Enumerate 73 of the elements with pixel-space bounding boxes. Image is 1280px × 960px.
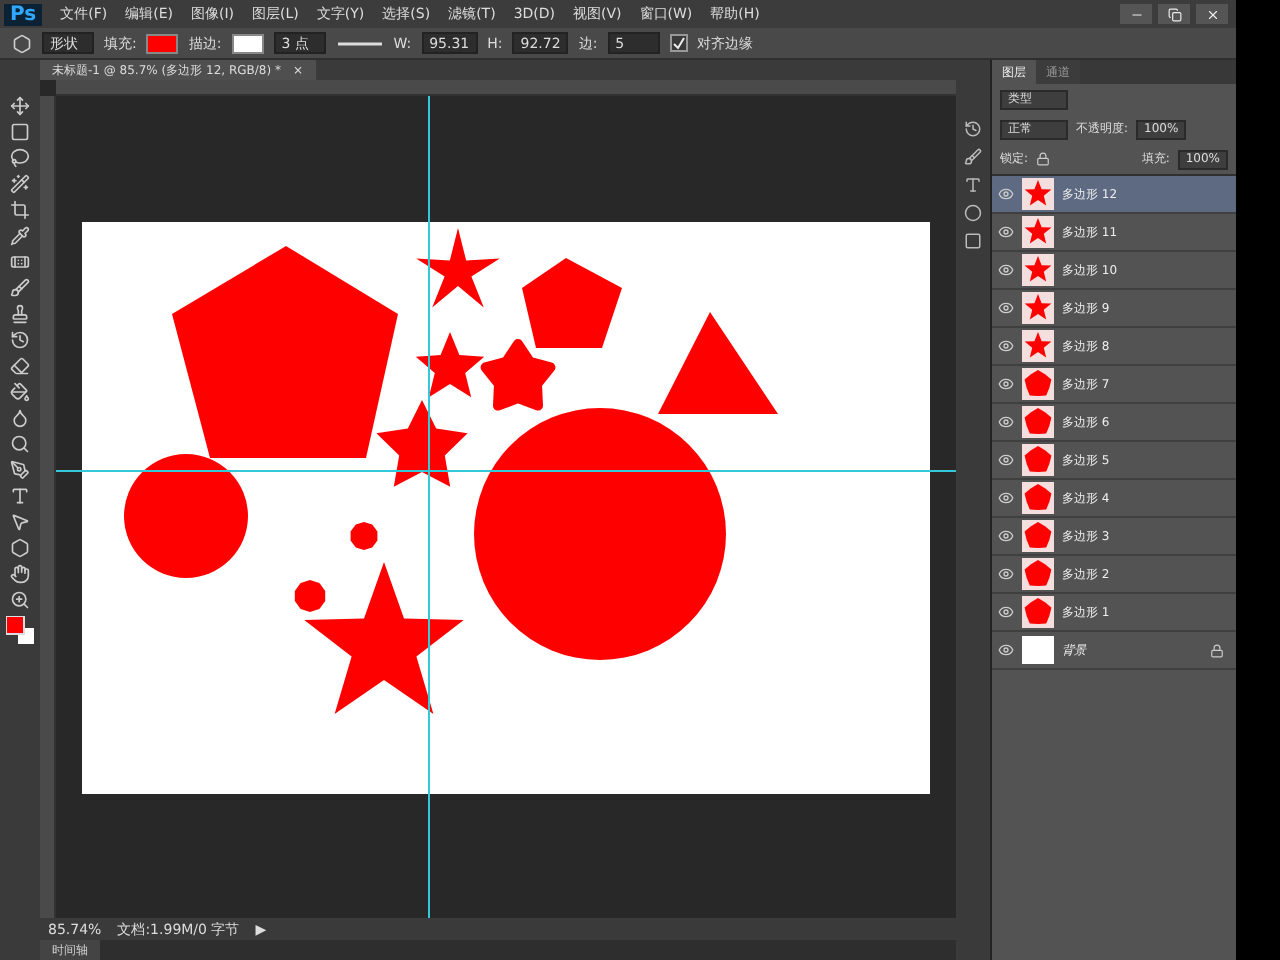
history-icon[interactable] xyxy=(964,120,982,138)
layer-thumbnail xyxy=(1022,558,1054,590)
restore-icon xyxy=(1167,7,1181,21)
square-icon[interactable] xyxy=(964,232,982,250)
zoom-tool-icon[interactable] xyxy=(10,590,30,610)
pen-tool-icon[interactable] xyxy=(10,460,30,480)
visibility-eye-icon[interactable] xyxy=(998,642,1014,658)
polygon-tool-icon[interactable] xyxy=(10,538,30,558)
visibility-eye-icon[interactable] xyxy=(998,262,1014,278)
history-brush-icon[interactable] xyxy=(10,330,30,350)
visibility-eye-icon[interactable] xyxy=(998,452,1014,468)
eraser-tool-icon[interactable] xyxy=(10,356,30,376)
close-icon xyxy=(1205,7,1219,21)
circle-icon[interactable] xyxy=(964,204,982,222)
app-logo: Ps xyxy=(4,3,43,25)
visibility-eye-icon[interactable] xyxy=(998,186,1014,202)
pentagon-shape xyxy=(522,257,622,347)
close-button[interactable] xyxy=(1196,4,1228,24)
visibility-eye-icon[interactable] xyxy=(998,528,1014,544)
layer-thumbnail xyxy=(1022,254,1054,286)
hand-tool-icon[interactable] xyxy=(10,564,30,584)
visibility-eye-icon[interactable] xyxy=(998,490,1014,506)
polygon-tool-icon[interactable] xyxy=(12,33,32,53)
visibility-eye-icon[interactable] xyxy=(998,224,1014,240)
pentagon-shape xyxy=(350,521,378,549)
layer-thumbnail xyxy=(1022,178,1054,210)
visibility-eye-icon[interactable] xyxy=(998,414,1014,430)
layer-thumbnail xyxy=(1022,482,1054,514)
lock-icon[interactable] xyxy=(1036,152,1051,166)
marquee-tool-icon[interactable] xyxy=(10,122,30,142)
star-shape xyxy=(480,338,556,410)
brush-tool-icon[interactable] xyxy=(10,278,30,298)
layer-thumbnail xyxy=(1022,444,1054,476)
triangle-shape xyxy=(658,311,778,413)
color-swatches-icon[interactable] xyxy=(6,616,34,644)
layer-thumbnail xyxy=(1022,330,1054,362)
star-shape xyxy=(416,227,500,307)
visibility-eye-icon[interactable] xyxy=(998,300,1014,316)
layer-thumbnail xyxy=(1022,216,1054,248)
minimize-button[interactable] xyxy=(1120,4,1152,24)
drop-tool-icon[interactable] xyxy=(10,408,30,428)
stroke-swatch[interactable] xyxy=(231,33,264,53)
visibility-eye-icon[interactable] xyxy=(998,566,1014,582)
text-tool-icon[interactable] xyxy=(10,486,30,506)
pentagon-shape xyxy=(294,579,326,611)
stamp-tool-icon[interactable] xyxy=(10,304,30,324)
move-tool-icon[interactable] xyxy=(10,96,30,116)
align-edges-checkbox[interactable] xyxy=(669,34,688,52)
layer-thumbnail xyxy=(1022,368,1054,400)
layer-thumbnail xyxy=(1022,636,1054,664)
layer-thumbnail xyxy=(1022,292,1054,324)
crop-tool-icon[interactable] xyxy=(10,200,30,220)
pointer-tool-icon[interactable] xyxy=(10,512,30,532)
wand-tool-icon[interactable] xyxy=(10,174,30,194)
bandage-tool-icon[interactable] xyxy=(10,252,30,272)
star-shape xyxy=(376,399,468,486)
visibility-eye-icon[interactable] xyxy=(998,338,1014,354)
circle-shape xyxy=(124,453,248,577)
eyedropper-tool-icon[interactable] xyxy=(10,226,30,246)
bucket-tool-icon[interactable] xyxy=(10,382,30,402)
restore-button[interactable] xyxy=(1158,4,1190,24)
star-shape xyxy=(415,331,485,397)
lasso-tool-icon[interactable] xyxy=(10,148,30,168)
layer-thumbnail xyxy=(1022,520,1054,552)
fill-swatch[interactable] xyxy=(146,33,179,53)
lock-icon xyxy=(1210,643,1224,657)
layer-thumbnail xyxy=(1022,406,1054,438)
visibility-eye-icon[interactable] xyxy=(998,376,1014,392)
magnifier-tool-icon[interactable] xyxy=(10,434,30,454)
layer-thumbnail xyxy=(1022,596,1054,628)
brush-icon[interactable] xyxy=(964,148,982,166)
visibility-eye-icon[interactable] xyxy=(998,604,1014,620)
text-icon[interactable] xyxy=(964,176,982,194)
